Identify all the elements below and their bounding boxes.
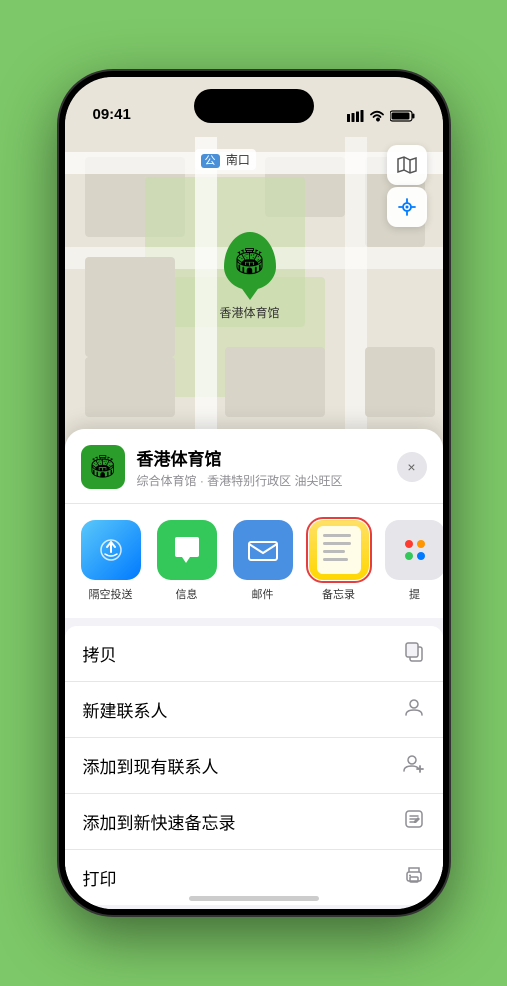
bottom-sheet: 🏟 香港体育馆 综合体育馆 · 香港特别行政区 油尖旺区 × 隔空投送 — [65, 429, 443, 909]
map-label-text: 南口 — [226, 153, 250, 167]
close-button[interactable]: × — [397, 452, 427, 482]
action-copy[interactable]: 拷贝 — [65, 626, 443, 682]
action-quick-note[interactable]: 添加到新快速备忘录 — [65, 794, 443, 850]
wifi-icon — [369, 110, 385, 125]
notes-label: 备忘录 — [322, 586, 355, 602]
action-add-existing[interactable]: 添加到现有联系人 — [65, 738, 443, 794]
messages-label: 信息 — [176, 586, 198, 602]
share-item-notes[interactable]: 备忘录 — [309, 520, 369, 602]
sheet-header: 🏟 香港体育馆 综合体育馆 · 香港特别行政区 油尖旺区 × — [65, 429, 443, 504]
action-list: 拷贝 新建联系人 添加到现有联系人 — [65, 626, 443, 905]
map-type-button[interactable] — [387, 145, 427, 185]
print-icon — [403, 864, 425, 891]
action-copy-label: 拷贝 — [83, 641, 117, 666]
dynamic-island — [194, 89, 314, 123]
venue-name: 香港体育馆 — [137, 445, 385, 470]
share-item-mail[interactable]: 邮件 — [233, 520, 293, 602]
notes-icon — [309, 520, 369, 580]
messages-icon — [157, 520, 217, 580]
action-new-contact[interactable]: 新建联系人 — [65, 682, 443, 738]
mail-label: 邮件 — [252, 586, 274, 602]
pin-emoji: 🏟 — [233, 246, 266, 277]
close-icon: × — [407, 459, 415, 475]
share-row: 隔空投送 信息 邮件 — [65, 504, 443, 626]
signal-icon — [347, 110, 364, 125]
phone-screen: 09:41 — [65, 77, 443, 909]
map-controls — [387, 145, 427, 227]
venue-desc: 综合体育馆 · 香港特别行政区 油尖旺区 — [137, 472, 385, 489]
map-label: 公 南口 — [195, 149, 256, 170]
action-print-label: 打印 — [83, 865, 117, 890]
stadium-pin: 🏟 香港体育馆 — [220, 232, 280, 321]
more-icon — [385, 520, 443, 580]
home-indicator — [189, 896, 319, 901]
pin-label: 香港体育馆 — [220, 304, 280, 321]
status-time: 09:41 — [93, 106, 131, 125]
quick-note-icon — [403, 808, 425, 835]
battery-icon — [390, 110, 415, 125]
share-item-airdrop[interactable]: 隔空投送 — [81, 520, 141, 602]
new-contact-icon — [403, 696, 425, 723]
share-item-messages[interactable]: 信息 — [157, 520, 217, 602]
add-contact-icon — [403, 752, 425, 779]
action-quick-note-label: 添加到新快速备忘录 — [83, 809, 236, 834]
location-button[interactable] — [387, 187, 427, 227]
status-icons — [347, 110, 415, 125]
venue-info: 香港体育馆 综合体育馆 · 香港特别行政区 油尖旺区 — [137, 445, 385, 489]
share-item-more[interactable]: 提 — [385, 520, 443, 602]
more-label: 提 — [409, 586, 420, 602]
airdrop-icon — [81, 520, 141, 580]
action-add-existing-label: 添加到现有联系人 — [83, 753, 219, 778]
venue-icon: 🏟 — [81, 445, 125, 489]
airdrop-label: 隔空投送 — [89, 586, 133, 602]
mail-icon — [233, 520, 293, 580]
action-new-contact-label: 新建联系人 — [83, 697, 168, 722]
copy-icon — [403, 640, 425, 667]
phone-frame: 09:41 — [59, 71, 449, 915]
map-label-prefix: 公 — [201, 154, 220, 168]
pin-icon: 🏟 — [224, 232, 276, 290]
